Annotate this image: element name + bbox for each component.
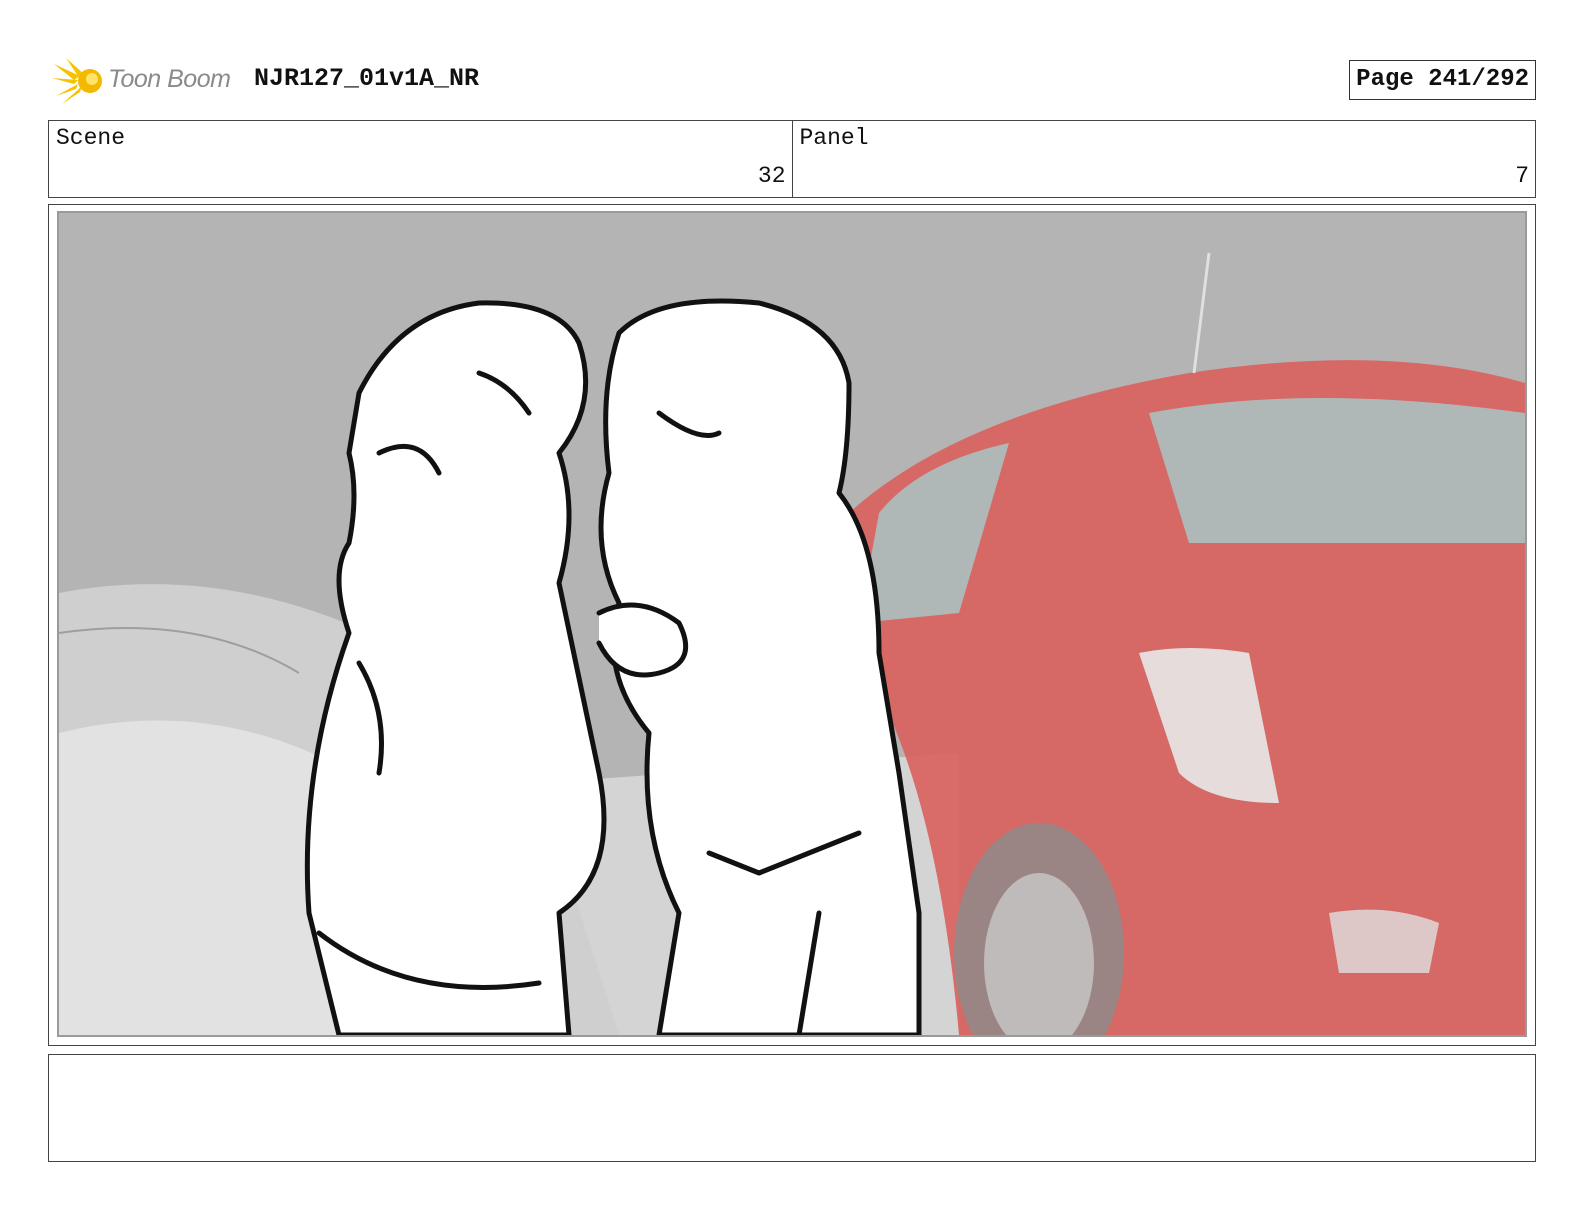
- notes-box: [48, 1054, 1536, 1162]
- page-header: Toon Boom NJR127_01v1A_NR Page 241/292: [48, 56, 1536, 106]
- panel-number: 7: [1515, 163, 1529, 189]
- panel-cell: Panel 7: [791, 121, 1536, 197]
- panel-frame: [48, 204, 1536, 1046]
- storyboard-drawing: [59, 213, 1525, 1035]
- toon-boom-burst-icon: [52, 58, 102, 104]
- page-indicator: Page 241/292: [1349, 60, 1536, 100]
- scene-cell: Scene 32: [49, 121, 792, 197]
- scene-panel-info: Scene 32 Panel 7: [48, 120, 1536, 198]
- storyboard-sketch-image: [57, 211, 1527, 1037]
- panel-label: Panel: [799, 125, 869, 151]
- toon-boom-logo: Toon Boom: [52, 56, 252, 106]
- scene-label: Scene: [56, 125, 126, 151]
- document-title: NJR127_01v1A_NR: [254, 64, 480, 93]
- scene-number: 32: [757, 163, 786, 189]
- logo-text: Toon Boom: [108, 65, 231, 93]
